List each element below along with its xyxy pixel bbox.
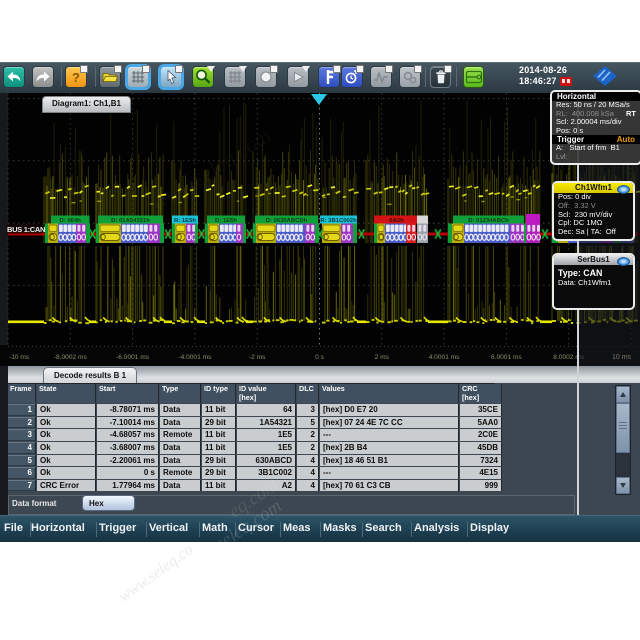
- svg-text:-6.0001 ms: -6.0001 ms: [116, 354, 150, 361]
- svg-text:D: 0630ABCDh: D: 0630ABCDh: [266, 218, 308, 224]
- svg-text:2 ms: 2 ms: [375, 354, 390, 361]
- svg-text:?: ?: [72, 70, 80, 85]
- svg-text:4.0001 ms: 4.0001 ms: [429, 354, 460, 361]
- svg-text:10 ms: 10 ms: [612, 354, 632, 361]
- svg-text:R: 3B1C002h: R: 3B1C002h: [320, 218, 357, 224]
- svg-text:-2 ms: -2 ms: [249, 354, 266, 361]
- svg-text:D: 01A54321h: D: 01A54321h: [111, 218, 150, 224]
- svg-text:D: 01234ABCh: D: 01234ABCh: [468, 218, 509, 224]
- svg-text:0A2h: 0A2h: [389, 218, 404, 224]
- svg-text:-10 ms: -10 ms: [9, 354, 30, 361]
- svg-text:-4.0001 ms: -4.0001 ms: [178, 354, 212, 361]
- svg-text:-8.0002 ms: -8.0002 ms: [54, 354, 88, 361]
- svg-text:R: 1E5h: R: 1E5h: [174, 218, 196, 224]
- svg-text:BUS 1:CAN: BUS 1:CAN: [7, 225, 45, 234]
- svg-text:D: 1E5h: D: 1E5h: [215, 218, 237, 224]
- svg-text:6.0001 ms: 6.0001 ms: [491, 354, 522, 361]
- svg-text:0 s: 0 s: [315, 354, 324, 361]
- svg-text:D: 064h: D: 064h: [60, 218, 82, 224]
